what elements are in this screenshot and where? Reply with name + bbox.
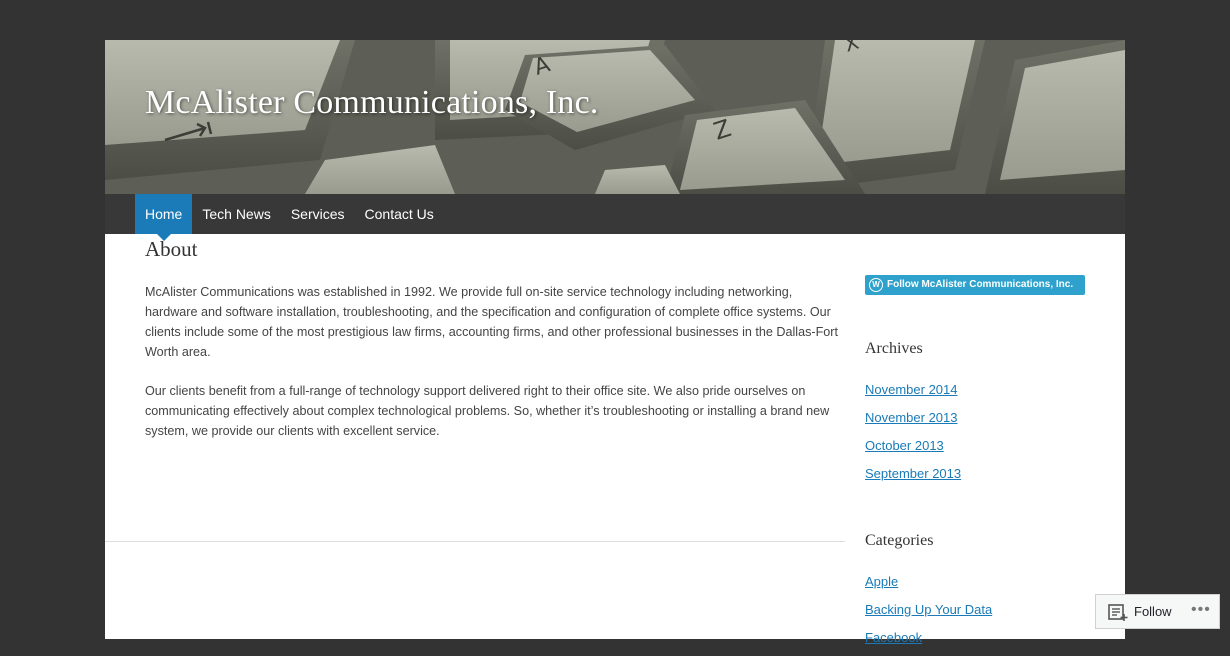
archive-link-november-2014[interactable]: November 2014: [865, 382, 958, 397]
wordpress-icon: W: [869, 278, 883, 292]
floating-follow-bar: Follow •••: [1095, 594, 1220, 629]
follow-blog-button[interactable]: W Follow McAlister Communications, Inc.: [865, 275, 1085, 295]
categories-title: Categories: [865, 532, 934, 549]
follow-blog-label: Follow McAlister Communications, Inc.: [887, 279, 1074, 290]
archive-item: November 2014: [865, 380, 961, 408]
archive-item: October 2013: [865, 436, 961, 464]
category-item: Apple: [865, 572, 992, 600]
category-link-apple[interactable]: Apple: [865, 574, 898, 589]
archives-list: November 2014 November 2013 October 2013…: [865, 380, 961, 492]
categories-list: Apple Backing Up Your Data Facebook: [865, 572, 992, 656]
content-divider: [105, 541, 845, 542]
category-item: Facebook: [865, 628, 992, 656]
more-icon[interactable]: •••: [1191, 601, 1211, 619]
reader-icon: [1108, 604, 1128, 621]
archive-item: November 2013: [865, 408, 961, 436]
archive-link-september-2013[interactable]: September 2013: [865, 466, 961, 481]
archives-title: Archives: [865, 340, 923, 357]
follow-button[interactable]: Follow: [1134, 604, 1172, 619]
category-item: Backing Up Your Data: [865, 600, 992, 628]
archive-link-november-2013[interactable]: November 2013: [865, 410, 958, 425]
about-paragraph-2: Our clients benefit from a full-range of…: [145, 384, 830, 438]
category-link-backing-up-your-data[interactable]: Backing Up Your Data: [865, 602, 992, 617]
page-content-layer: About McAlister Communications was estab…: [105, 0, 1125, 645]
archive-item: September 2013: [865, 464, 961, 492]
about-paragraph-1: McAlister Communications was established…: [145, 285, 838, 359]
category-link-facebook[interactable]: Facebook: [865, 630, 922, 645]
page-title: About: [145, 237, 198, 261]
archive-link-october-2013[interactable]: October 2013: [865, 438, 944, 453]
